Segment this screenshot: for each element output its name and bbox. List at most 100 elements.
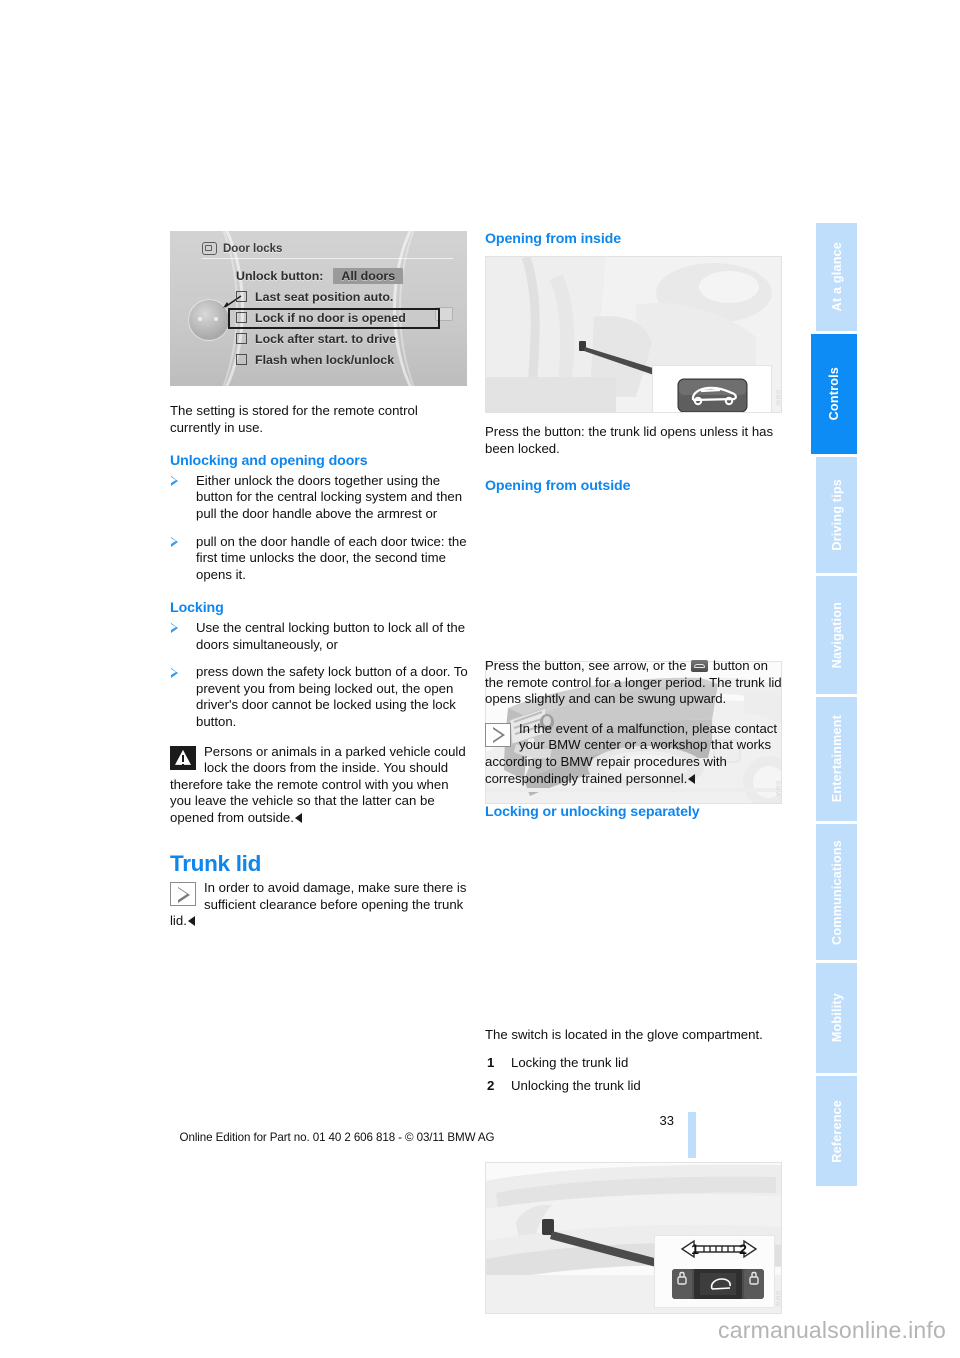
list-item: pull on the door handle of each door twi…	[170, 534, 470, 584]
note-text: In order to avoid damage, make sure ther…	[170, 880, 466, 928]
left-text-column: The setting is stored for the remote con…	[170, 403, 470, 930]
tab-label: Entertainment	[829, 715, 844, 803]
figure-watermark: BMW	[774, 389, 780, 406]
door-locks-icon	[202, 242, 217, 255]
note-text-value: In the event of a malfunction, please co…	[485, 720, 778, 786]
tab-label: Controls	[827, 367, 841, 421]
menu-row-lock-after-start[interactable]: Lock after start. to drive	[236, 328, 406, 349]
list-item: 1 Locking the trunk lid	[485, 1055, 785, 1072]
outside-text-block: Press the button, see arrow, or the butt…	[485, 658, 785, 824]
switch-text-block: The switch is located in the glove compa…	[485, 1027, 785, 1102]
tab-label: At a glance	[829, 242, 844, 312]
right-text-column: Opening from inside	[485, 231, 785, 251]
legend-label: Unlocking the trunk lid	[511, 1078, 641, 1094]
list-item-text: press down the safety lock button of a d…	[196, 664, 468, 729]
page-number: 33	[659, 1113, 674, 1128]
page-footer: 33 Online Edition for Part no. 01 40 2 6…	[0, 1113, 960, 1161]
unlocking-steps-list: Either unlock the doors together using t…	[170, 473, 470, 584]
footer-accent-bar	[688, 1112, 696, 1158]
heading-opening-from-outside: Opening from outside	[485, 478, 631, 494]
svg-text:2: 2	[739, 1241, 747, 1257]
triangle-bullet-inner	[171, 538, 176, 545]
door-locks-title-label: Door locks	[223, 242, 283, 255]
intro-paragraph: The setting is stored for the remote con…	[170, 403, 418, 435]
end-of-note-marker	[187, 916, 195, 927]
opening-inside-text: Press the button: the trunk lid opens un…	[485, 424, 774, 456]
warning-triangle-icon	[170, 745, 196, 770]
tab-label: Driving tips	[829, 479, 844, 551]
triangle-bullet-inner	[171, 668, 176, 675]
unlock-button-label: Unlock button:	[236, 268, 324, 283]
sidebar-item-controls[interactable]: Controls	[811, 334, 857, 454]
checkbox-icon[interactable]	[236, 354, 247, 365]
door-locks-title: Door locks	[202, 239, 453, 259]
unlock-button-value[interactable]: All doors	[333, 267, 404, 284]
heading-opening-from-inside: Opening from inside	[485, 231, 622, 247]
menu-row-last-seat-position[interactable]: Last seat position auto.	[236, 286, 406, 307]
triangle-bullet-inner	[171, 477, 176, 484]
list-item-text: Either unlock the doors together using t…	[196, 472, 463, 521]
svg-text:1: 1	[691, 1241, 699, 1257]
menu-item-label: Last seat position auto.	[255, 289, 394, 304]
sidebar-item-mobility[interactable]: Mobility	[816, 963, 857, 1073]
sidebar-item-driving-tips[interactable]: Driving tips	[816, 457, 857, 573]
sidebar-item-entertainment[interactable]: Entertainment	[816, 697, 857, 821]
tab-label: Communications	[829, 839, 844, 945]
menu-row-unlock-button[interactable]: Unlock button: All doors	[236, 265, 406, 286]
figure-watermark: BMW	[774, 1290, 780, 1307]
end-of-note-marker	[688, 773, 696, 784]
glovebox-illustration: 1 2	[486, 1163, 781, 1313]
list-item: 2 Unlocking the trunk lid	[485, 1078, 785, 1095]
sidebar-item-communications[interactable]: Communications	[816, 824, 857, 960]
footer-edition-note: Online Edition for Part no. 01 40 2 606 …	[179, 1131, 495, 1144]
legend-number: 2	[487, 1078, 495, 1094]
warning-block: Persons or animals in a parked vehicle c…	[170, 744, 470, 827]
menu-row-flash-when-lock-unlock[interactable]: Flash when lock/unlock	[236, 349, 406, 370]
tab-label: Navigation	[829, 601, 844, 669]
opening-outside-text: Press the button, see arrow, or the butt…	[485, 658, 785, 708]
triangle-bullet-inner	[171, 624, 176, 631]
end-of-note-marker	[294, 812, 302, 823]
list-item: Either unlock the doors together using t…	[170, 473, 470, 523]
opening-outside-text-part1: Press the button, see arrow, or the	[485, 658, 687, 673]
warning-text: Persons or animals in a parked vehicle c…	[170, 744, 466, 825]
heading-locking: Locking	[170, 600, 224, 617]
menu-item-label: Lock after start. to drive	[255, 331, 397, 346]
warning-text-value: Persons or animals in a parked vehicle c…	[170, 743, 466, 825]
sidebar-item-at-a-glance[interactable]: At a glance	[816, 223, 857, 331]
legend-number: 1	[487, 1054, 495, 1070]
site-watermark: carmanualsonline.info	[718, 1317, 946, 1343]
locking-steps-list: Use the central locking button to lock a…	[170, 620, 470, 731]
legend-label: Locking the trunk lid	[511, 1054, 629, 1070]
manual-page: Door locks Unlock button: All doors Last…	[0, 0, 960, 1358]
note-text-value: In order to avoid damage, make sure ther…	[170, 880, 467, 929]
trunk-remote-button-icon	[691, 660, 709, 672]
heading-unlocking-and-opening-doors: Unlocking and opening doors	[170, 453, 368, 470]
sidebar-item-navigation[interactable]: Navigation	[816, 576, 857, 694]
list-item-text: Use the central locking button to lock a…	[196, 619, 466, 652]
switch-location-text: The switch is located in the glove compa…	[485, 1027, 763, 1042]
checkbox-icon[interactable]	[236, 333, 247, 344]
chapter-tab-rail: At a glance Controls Driving tips Naviga…	[811, 223, 857, 1186]
menu-selection-highlight	[228, 308, 440, 329]
outside-heading-block: Opening from outside	[485, 478, 785, 498]
note-text: In the event of a malfunction, please co…	[485, 721, 777, 786]
figure-opening-from-inside: BMW	[485, 256, 782, 413]
heading-locking-or-unlocking-separately: Locking or unlocking separately	[485, 804, 700, 821]
figure-door-locks-menu: Door locks Unlock button: All doors Last…	[170, 231, 467, 386]
note-triangle-icon	[170, 882, 196, 907]
tab-label: Mobility	[829, 993, 844, 1043]
list-item: Use the central locking button to lock a…	[170, 620, 470, 653]
list-item-text: pull on the door handle of each door twi…	[196, 533, 467, 582]
note-block-malfunction: In the event of a malfunction, please co…	[485, 721, 785, 787]
switch-legend-list: 1 Locking the trunk lid 2 Unlocking the …	[485, 1055, 785, 1095]
interior-illustration	[486, 257, 781, 412]
figure-glovebox-switch: 1 2 BMW	[485, 1162, 782, 1314]
inside-text-block: Press the button: the trunk lid opens un…	[485, 424, 785, 457]
checkbox-icon[interactable]	[236, 291, 247, 302]
heading-trunk-lid: Trunk lid	[170, 851, 262, 877]
note-triangle-icon	[485, 722, 511, 747]
list-item: press down the safety lock button of a d…	[170, 664, 470, 730]
note-block-trunk: In order to avoid damage, make sure ther…	[170, 880, 470, 930]
menu-item-label: Flash when lock/unlock	[255, 352, 395, 367]
